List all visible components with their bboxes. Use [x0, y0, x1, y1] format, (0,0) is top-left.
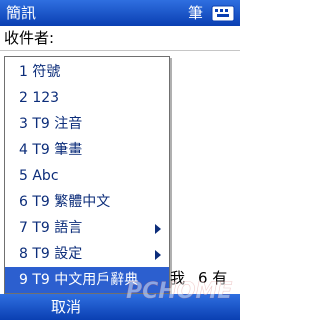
menu-item-t9-settings[interactable]: 8 T9 設定: [5, 241, 169, 267]
menu-item-label: 5 Abc: [19, 168, 59, 184]
candidate-char[interactable]: 6 有: [198, 266, 227, 290]
divider: [0, 50, 240, 51]
menu-item-t9-traditional-chinese[interactable]: 6 T9 繁體中文: [5, 189, 169, 215]
candidate-char[interactable]: 我: [170, 266, 185, 290]
title-bar: 簡訊 筆: [0, 0, 240, 26]
menu-item-abc[interactable]: 5 Abc: [5, 163, 169, 189]
menu-item-symbols[interactable]: 1 符號: [5, 59, 169, 85]
recipient-label: 收件者:: [4, 29, 55, 47]
menu-item-t9-stroke[interactable]: 4 T9 筆畫: [5, 137, 169, 163]
menu-item-t9-user-dictionary[interactable]: 9 T9 中文用戶辭典: [5, 267, 169, 293]
menu-item-label: 1 符號: [19, 64, 61, 80]
candidate-bar: 我 6 有: [168, 266, 240, 290]
menu-item-label: 6 T9 繁體中文: [19, 194, 111, 210]
menu-item-label: 9 T9 中文用戶辭典: [19, 272, 139, 288]
chevron-right-icon: [155, 250, 161, 260]
keyboard-icon[interactable]: [210, 3, 236, 23]
recipient-row: 收件者:: [0, 26, 240, 50]
menu-item-label: 4 T9 筆畫: [19, 142, 83, 158]
cancel-softkey[interactable]: 取消: [0, 297, 132, 317]
input-mode-indicator[interactable]: 筆: [188, 3, 203, 23]
menu-item-label: 8 T9 設定: [19, 246, 83, 262]
menu-item-numbers[interactable]: 2 123: [5, 85, 169, 111]
input-method-menu: 1 符號 2 123 3 T9 注音 4 T9 筆畫 5 Abc 6 T9 繁體…: [4, 56, 170, 294]
menu-item-t9-language[interactable]: 7 T9 語言: [5, 215, 169, 241]
chevron-right-icon: [155, 224, 161, 234]
menu-item-label: 3 T9 注音: [19, 116, 83, 132]
softkey-bar: 取消: [0, 294, 240, 320]
app-title: 簡訊: [6, 4, 37, 22]
menu-item-t9-zhuyin[interactable]: 3 T9 注音: [5, 111, 169, 137]
menu-item-label: 7 T9 語言: [19, 220, 83, 236]
recipient-input[interactable]: [62, 28, 234, 48]
menu-item-label: 2 123: [19, 90, 60, 106]
